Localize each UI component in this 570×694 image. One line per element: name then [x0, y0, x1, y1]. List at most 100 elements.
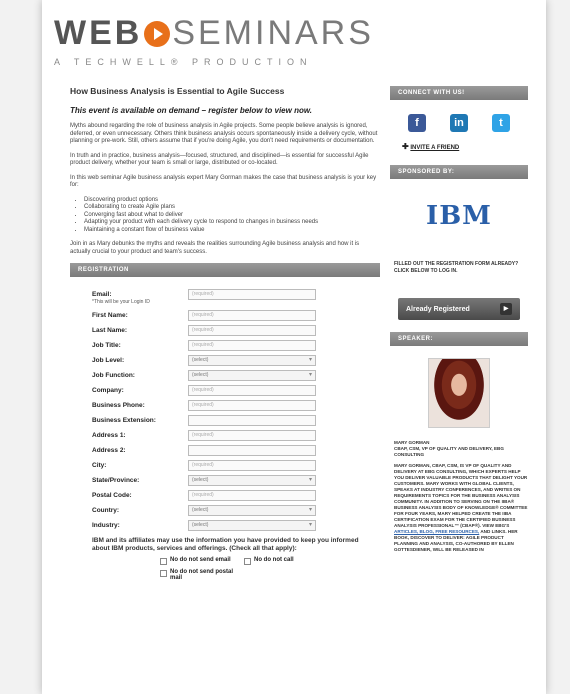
input-field[interactable]: (required) [188, 460, 316, 471]
select-field[interactable]: (select) [188, 355, 316, 366]
closing-paragraph: Join in as Mary debunks the myths and re… [70, 241, 360, 255]
form-row: Job Function: (select) [70, 368, 380, 383]
field-label: First Name: [92, 312, 128, 319]
consent-text: IBM and its affiliates may use the infor… [92, 537, 359, 552]
form-row: Business Phone: (required) [70, 398, 380, 413]
input-field[interactable]: (required) [188, 400, 316, 411]
field-label: State/Province: [92, 477, 140, 484]
page-container: WEB SEMINARS A TECHWELL® PRODUCTION How … [42, 0, 546, 694]
form-row: Industry: (select) [70, 518, 380, 533]
availability-notice: This event is available on demand – regi… [70, 106, 312, 115]
main-content: How Business Analysis is Essential to Ag… [70, 86, 380, 581]
registration-header: REGISTRATION [70, 263, 380, 277]
already-filled-text: FILLED OUT THE REGISTRATION FORM ALREADY… [394, 261, 519, 267]
intro-paragraph: Myths abound regarding the role of busin… [70, 123, 378, 144]
click-below-text: CLICK BELOW TO LOG IN. [394, 267, 458, 274]
form-row: Country: (select) [70, 503, 380, 518]
field-label: Email: [92, 291, 112, 298]
field-label: Address 2: [92, 447, 126, 454]
field-label: Industry: [92, 522, 120, 529]
connect-header: CONNECT WITH US! [390, 86, 528, 100]
logo-tagline: A TECHWELL® PRODUCTION [54, 57, 313, 67]
select-field[interactable]: (select) [188, 520, 316, 531]
field-label: Company: [92, 387, 124, 394]
no-mail-checkbox[interactable]: No do not send postal mail [160, 569, 240, 581]
list-item: Collaborating to create Agile plans [84, 204, 380, 212]
input-field[interactable]: (required) [188, 430, 316, 441]
form-row: Address 1: (required) [70, 428, 380, 443]
plus-icon: ✚ [402, 142, 409, 151]
page-title: How Business Analysis is Essential to Ag… [70, 86, 285, 96]
registration-form: Email: (required) *This will be your Login… [70, 287, 380, 533]
input-field[interactable] [188, 415, 316, 426]
bio-text: MARY GORMAN, CBAP, CSM, IS VP OF QUALITY… [394, 463, 528, 528]
form-row: Postal Code: (required) [70, 488, 380, 503]
seminar-paragraph: In this web seminar Agile business analy… [70, 174, 377, 189]
contact-preferences: No do not send email No do not call No d… [70, 557, 330, 581]
input-field[interactable]: (required) [188, 340, 316, 351]
checkbox-label: No do not call [254, 557, 294, 563]
social-links: f in t [396, 114, 522, 132]
form-row: Company: (required) [70, 383, 380, 398]
form-row: Job Level: (select) [70, 353, 380, 368]
speaker-header: SPEAKER: [390, 332, 528, 346]
truth-paragraph: In truth and in practice, business analy… [70, 152, 369, 167]
select-field[interactable]: (select) [188, 370, 316, 381]
form-row: First Name: (required) [70, 308, 380, 323]
list-item: Maintaining a constant flow of business … [84, 227, 380, 235]
twitter-icon[interactable]: t [492, 114, 510, 132]
select-field[interactable]: (select) [188, 505, 316, 516]
list-item: Converging fast about what to deliver [84, 212, 380, 220]
form-row: Job Title: (required) [70, 338, 380, 353]
list-item: Adapting your product with each delivery… [84, 219, 380, 227]
play-icon [144, 20, 171, 47]
form-row: City: (required) [70, 458, 380, 473]
field-label: Last Name: [92, 327, 128, 334]
field-label: Business Extension: [92, 417, 156, 424]
checkbox-box[interactable] [244, 558, 251, 565]
speaker-photo [428, 358, 490, 428]
resources-link[interactable]: ARTICLES, BLOG, FREE RESOURCES, [394, 529, 479, 534]
facebook-icon[interactable]: f [408, 114, 426, 132]
input-field[interactable]: (required) [188, 325, 316, 336]
logo-web-text: WEB [54, 14, 143, 52]
input-field[interactable]: (required) [188, 310, 316, 321]
form-row: Address 2: [70, 443, 380, 458]
field-label: Job Function: [92, 372, 135, 379]
already-registered-button[interactable]: Already Registered ▶ [398, 298, 520, 320]
no-email-checkbox[interactable]: No do not send email [160, 557, 240, 565]
logo-seminars-text: SEMINARS [172, 14, 374, 52]
arrow-right-icon: ▶ [500, 303, 512, 315]
checkbox-box[interactable] [160, 558, 167, 565]
list-item: Discovering product options [84, 197, 380, 205]
form-row: Business Extension: [70, 413, 380, 428]
invite-friend-link[interactable]: ✚ INVITE A FRIEND [402, 142, 528, 151]
logo-wordmark: WEB SEMINARS [54, 14, 434, 53]
invite-label: INVITE A FRIEND [410, 145, 460, 151]
checkbox-box[interactable] [160, 570, 167, 577]
input-field[interactable]: (required) [188, 385, 316, 396]
web-seminars-logo[interactable]: WEB SEMINARS A TECHWELL® PRODUCTION [54, 14, 434, 74]
sponsored-header: SPONSORED BY: [390, 165, 528, 179]
benefits-list: Discovering product options Collaboratin… [84, 197, 380, 235]
input-field[interactable]: (required) [188, 289, 316, 300]
sidebar: CONNECT WITH US! f in t ✚ INVITE A FRIEN… [390, 86, 528, 553]
ibm-logo[interactable]: IBM [390, 201, 528, 231]
field-label: Job Title: [92, 342, 121, 349]
form-row: Last Name: (required) [70, 323, 380, 338]
field-label: City: [92, 462, 107, 469]
field-label: Job Level: [92, 357, 125, 364]
linkedin-icon[interactable]: in [450, 114, 468, 132]
form-row: State/Province: (select) [70, 473, 380, 488]
select-field[interactable]: (select) [188, 475, 316, 486]
checkbox-label: No do not send postal mail [170, 569, 233, 581]
speaker-bio: MARY GORMAN, CBAP, CSM, IS VP OF QUALITY… [394, 463, 528, 553]
no-call-checkbox[interactable]: No do not call [244, 557, 324, 565]
button-label: Already Registered [406, 305, 470, 313]
input-field[interactable] [188, 445, 316, 456]
field-label: Country: [92, 507, 120, 514]
field-label: Business Phone: [92, 402, 145, 409]
speaker-title: CBAP, CSM, VP OF QUALITY AND DELIVERY, E… [394, 446, 504, 457]
input-field[interactable]: (required) [188, 490, 316, 501]
checkbox-label: No do not send email [170, 557, 231, 563]
